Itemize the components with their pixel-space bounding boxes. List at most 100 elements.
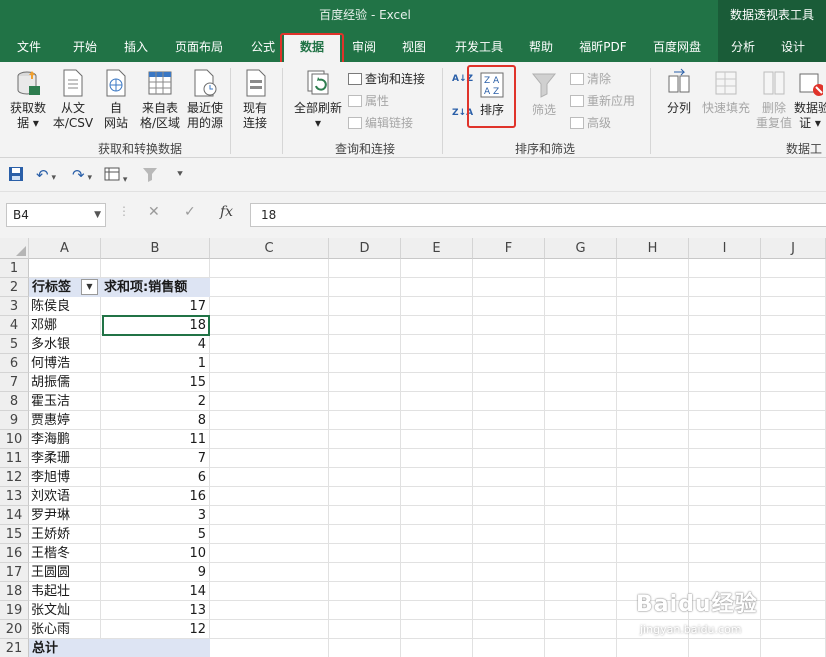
reapply-button[interactable]: 重新应用 — [570, 92, 635, 110]
pivot-row-value[interactable]: 3 — [103, 506, 209, 525]
tab-baidu-netdisk[interactable]: 百度网盘 — [644, 32, 710, 62]
row-header-3[interactable]: 3 — [0, 297, 29, 316]
pivot-row-name[interactable]: 邓娜 — [31, 316, 100, 335]
row-header-4[interactable]: 4 — [0, 316, 29, 335]
pivot-row-value[interactable]: 10 — [103, 544, 209, 563]
tab-design[interactable]: 设计 — [772, 32, 814, 62]
tab-review[interactable]: 审阅 — [342, 32, 386, 62]
sort-ascending-button[interactable]: A↓Z — [452, 74, 473, 84]
row-header-6[interactable]: 6 — [0, 354, 29, 373]
column-header-D[interactable]: D — [329, 238, 401, 259]
from-table-button[interactable]: 来自表 格/区域 — [136, 68, 184, 131]
row-header-9[interactable]: 9 — [0, 411, 29, 430]
redo-icon[interactable]: ↷ ▾ — [72, 166, 92, 187]
pivot-row-name[interactable]: 王圆圆 — [31, 563, 100, 582]
pivot-row-value[interactable]: 1 — [103, 354, 209, 373]
filter-icon[interactable] — [142, 166, 158, 186]
pivot-row-name[interactable]: 罗尹琳 — [31, 506, 100, 525]
pivot-row-value[interactable]: 4 — [103, 335, 209, 354]
clear-button[interactable]: 清除 — [570, 70, 611, 88]
pivot-row-name[interactable]: 胡振儒 — [31, 373, 100, 392]
pivot-row-value[interactable]: 2 — [103, 392, 209, 411]
queries-connections-button[interactable]: 查询和连接 — [348, 70, 425, 88]
tab-insert[interactable]: 插入 — [112, 32, 160, 62]
row-header-2[interactable]: 2 — [0, 278, 29, 297]
row-header-1[interactable]: 1 — [0, 259, 29, 278]
pivot-row-value[interactable]: 13 — [103, 601, 209, 620]
row-header-14[interactable]: 14 — [0, 506, 29, 525]
undo-icon[interactable]: ↶ ▾ — [36, 166, 56, 187]
sort-descending-button[interactable]: Z↓A — [452, 108, 473, 118]
column-header-G[interactable]: G — [545, 238, 617, 259]
existing-connections-button[interactable]: 现有 连接 — [234, 68, 276, 131]
pivot-row-name[interactable]: 刘欢语 — [31, 487, 100, 506]
recent-sources-button[interactable]: 最近使 用的源 — [184, 68, 226, 131]
column-header-F[interactable]: F — [473, 238, 545, 259]
formula-input[interactable]: 18 — [250, 203, 826, 227]
pivot-row-name[interactable]: 张文灿 — [31, 601, 100, 620]
data-validation-button[interactable]: 数据验 证 ▾ — [794, 68, 826, 131]
pivot-row-value[interactable]: 15 — [103, 373, 209, 392]
column-header-B[interactable]: B — [101, 238, 210, 259]
tab-developer[interactable]: 开发工具 — [446, 32, 512, 62]
properties-button[interactable]: 属性 — [348, 92, 389, 110]
chevron-down-icon[interactable]: ▼ — [94, 204, 101, 226]
pivot-row-value[interactable]: 14 — [103, 582, 209, 601]
filter-button[interactable]: 筛选 — [522, 70, 566, 118]
pivot-total-label[interactable]: 总计 — [29, 639, 210, 657]
pivot-row-name[interactable]: 贾惠婷 — [31, 411, 100, 430]
refresh-all-button[interactable]: 全部刷新 ▾ — [288, 68, 348, 131]
from-text-csv-button[interactable]: 从文 本/CSV — [50, 68, 96, 131]
active-cell[interactable]: 18 — [102, 315, 210, 336]
pivot-row-name[interactable]: 何博浩 — [31, 354, 100, 373]
pivot-row-value[interactable]: 8 — [103, 411, 209, 430]
row-header-18[interactable]: 18 — [0, 582, 29, 601]
tab-view[interactable]: 视图 — [392, 32, 436, 62]
advanced-button[interactable]: 高级 — [570, 114, 611, 132]
edit-links-button[interactable]: 编辑链接 — [348, 114, 413, 132]
pivot-row-name[interactable]: 李柔珊 — [31, 449, 100, 468]
flash-fill-button[interactable]: 快速填充 — [700, 68, 752, 116]
column-header-E[interactable]: E — [401, 238, 473, 259]
tab-file[interactable]: 文件 — [6, 32, 52, 62]
row-header-10[interactable]: 10 — [0, 430, 29, 449]
column-header-C[interactable]: C — [210, 238, 329, 259]
pivot-row-name[interactable]: 李旭博 — [31, 468, 100, 487]
row-header-13[interactable]: 13 — [0, 487, 29, 506]
pivot-row-value[interactable]: 16 — [103, 487, 209, 506]
row-header-11[interactable]: 11 — [0, 449, 29, 468]
filter-dropdown-icon[interactable]: ▼ — [81, 279, 98, 295]
row-header-19[interactable]: 19 — [0, 601, 29, 620]
row-header-21[interactable]: 21 — [0, 639, 29, 657]
text-to-columns-button[interactable]: 分列 — [660, 68, 698, 116]
enter-icon[interactable]: ✓ — [184, 204, 196, 220]
row-header-16[interactable]: 16 — [0, 544, 29, 563]
column-header-A[interactable]: A — [29, 238, 101, 259]
from-web-button[interactable]: 自 网站 — [96, 68, 136, 131]
pivot-row-value[interactable]: 11 — [103, 430, 209, 449]
pivot-row-name[interactable]: 王娇娇 — [31, 525, 100, 544]
row-header-7[interactable]: 7 — [0, 373, 29, 392]
column-header-J[interactable]: J — [761, 238, 826, 259]
row-header-17[interactable]: 17 — [0, 563, 29, 582]
pivot-row-value[interactable]: 5 — [103, 525, 209, 544]
name-box[interactable]: B4 ▼ — [6, 203, 106, 227]
pivot-row-name[interactable]: 陈侯良 — [31, 297, 100, 316]
column-header-I[interactable]: I — [689, 238, 761, 259]
remove-duplicates-button[interactable]: 删除 重复值 — [752, 68, 796, 131]
row-header-20[interactable]: 20 — [0, 620, 29, 639]
pivot-row-value[interactable]: 6 — [103, 468, 209, 487]
pivot-row-value[interactable]: 17 — [103, 297, 209, 316]
tab-home[interactable]: 开始 — [60, 32, 110, 62]
tab-page-layout[interactable]: 页面布局 — [166, 32, 232, 62]
pivot-row-name[interactable]: 张心雨 — [31, 620, 100, 639]
pivot-row-value[interactable]: 9 — [103, 563, 209, 582]
row-header-12[interactable]: 12 — [0, 468, 29, 487]
column-header-H[interactable]: H — [617, 238, 689, 259]
cancel-icon[interactable]: ✕ — [148, 204, 160, 220]
select-all-corner[interactable] — [0, 238, 29, 259]
customize-toolbar-icon[interactable]: ⯆ — [176, 166, 184, 184]
pivot-value-header[interactable]: 求和项:销售额 — [101, 278, 210, 297]
pivot-row-name[interactable]: 李海鹏 — [31, 430, 100, 449]
pivot-row-name[interactable]: 霍玉洁 — [31, 392, 100, 411]
